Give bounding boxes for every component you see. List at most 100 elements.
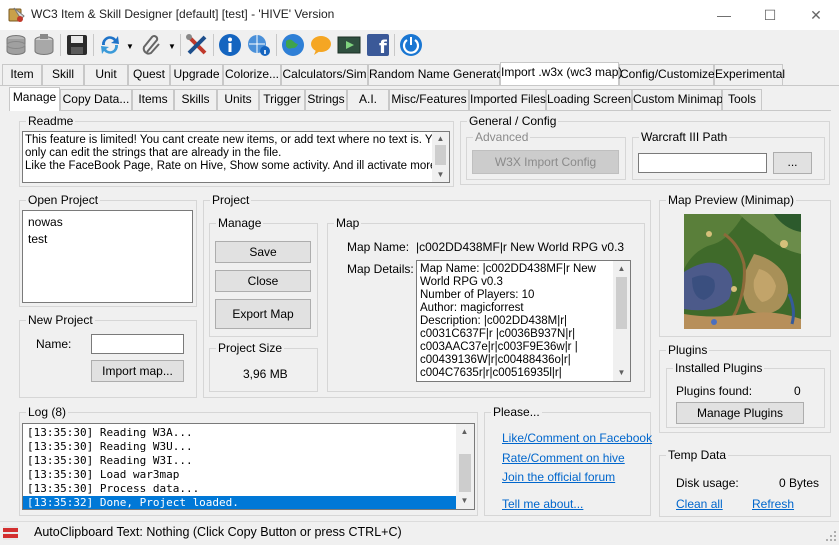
- refresh-icon[interactable]: [97, 32, 123, 58]
- import-map-button[interactable]: Import map...: [91, 360, 184, 382]
- paperclip-icon[interactable]: [139, 32, 165, 58]
- tab-import-w3x[interactable]: Import .w3x (wc3 map): [500, 62, 622, 85]
- readme-line: only can edit the strings that are alrea…: [25, 147, 282, 159]
- tab-skills[interactable]: Skills: [174, 89, 217, 110]
- scroll-up-icon[interactable]: ▲: [432, 134, 449, 143]
- info-icon[interactable]: [217, 32, 243, 58]
- tab-strings[interactable]: Strings: [305, 89, 347, 110]
- scroll-thumb[interactable]: [459, 454, 471, 492]
- project-name-input[interactable]: [91, 334, 184, 354]
- tab-calculators-sim[interactable]: Calculators/Sim: [281, 64, 368, 85]
- tools-icon[interactable]: [184, 32, 210, 58]
- tab-item[interactable]: Item: [2, 64, 42, 85]
- tab-skill[interactable]: Skill: [42, 64, 84, 85]
- toolbar-separator: [180, 34, 181, 56]
- scroll-thumb[interactable]: [616, 277, 627, 329]
- resize-grip-icon[interactable]: [825, 530, 837, 542]
- tab-manage[interactable]: Manage: [9, 87, 60, 111]
- tab-copy-data[interactable]: Copy Data...: [60, 89, 132, 110]
- forum-link[interactable]: Join the official forum: [502, 470, 615, 484]
- tab-random-name-generator[interactable]: Random Name Generator: [368, 64, 507, 85]
- export-map-button[interactable]: Export Map: [215, 299, 311, 329]
- tab-tools[interactable]: Tools: [722, 89, 762, 110]
- readme-label: Readme: [26, 114, 76, 128]
- tab-items[interactable]: Items: [132, 89, 174, 110]
- warcraft-path-input[interactable]: [638, 153, 767, 173]
- tab-upgrade[interactable]: Upgrade: [170, 64, 223, 85]
- tab-imported-files[interactable]: Imported Files: [469, 89, 546, 110]
- tab-experimental[interactable]: Experimental: [714, 64, 785, 85]
- readme-text[interactable]: This feature is limited! You cant create…: [22, 131, 450, 183]
- video-icon[interactable]: [336, 32, 362, 58]
- map-details-line: Author: magicforrest: [420, 302, 524, 314]
- close-button[interactable]: Close: [215, 270, 311, 292]
- database-alt-icon[interactable]: [31, 32, 57, 58]
- map-details-text[interactable]: Map Name: |c002DD438MF|r New World RPG v…: [416, 260, 631, 382]
- browse-button[interactable]: ...: [773, 152, 812, 174]
- tab-ai[interactable]: A.I.: [347, 89, 389, 110]
- maximize-button[interactable]: ☐: [747, 0, 793, 30]
- tab-units[interactable]: Units: [217, 89, 259, 110]
- tab-misc-features[interactable]: Misc/Features: [389, 89, 469, 110]
- disk-usage-label: Disk usage:: [676, 476, 739, 490]
- log-line[interactable]: [13:35:30] Reading W3I...: [23, 454, 456, 468]
- status-bar: AutoClipboard Text: Nothing (Click Copy …: [0, 521, 839, 544]
- map-details-line: c0031C637F|r |c0036B937N|r|: [420, 328, 576, 340]
- save-icon[interactable]: [64, 32, 90, 58]
- new-project-group: New Project: [19, 313, 197, 398]
- chevron-down-icon[interactable]: ▼: [168, 42, 176, 51]
- scroll-up-icon[interactable]: ▲: [456, 427, 473, 436]
- minimize-button[interactable]: —: [701, 0, 747, 30]
- list-item[interactable]: test: [28, 231, 187, 248]
- manage-plugins-button[interactable]: Manage Plugins: [676, 402, 804, 424]
- facebook-link[interactable]: Like/Comment on Facebook: [502, 431, 652, 445]
- log-line[interactable]: [13:35:30] Reading W3A...: [23, 426, 456, 440]
- close-window-button[interactable]: ✕: [793, 0, 839, 30]
- log-line[interactable]: [13:35:30] Reading W3U...: [23, 440, 456, 454]
- scroll-down-icon[interactable]: ▼: [613, 368, 630, 377]
- refresh-link[interactable]: Refresh: [752, 497, 794, 511]
- tab-quest[interactable]: Quest: [128, 64, 170, 85]
- database-icon[interactable]: [3, 32, 29, 58]
- power-icon[interactable]: [398, 32, 424, 58]
- project-list[interactable]: nowas test: [22, 210, 193, 303]
- tab-custom-minimap[interactable]: Custom Minimap: [632, 89, 723, 110]
- scroll-down-icon[interactable]: ▼: [432, 170, 449, 179]
- scroll-thumb[interactable]: [435, 145, 446, 165]
- clean-all-link[interactable]: Clean all: [676, 497, 723, 511]
- readme-line: Like the FaceBook Page, Rate on Hive, Sh…: [25, 160, 437, 172]
- window-title: WC3 Item & Skill Designer [default] [tes…: [31, 7, 335, 21]
- tab-colorize[interactable]: Colorize...: [223, 64, 281, 85]
- save-button[interactable]: Save: [215, 241, 311, 263]
- map-details-scrollbar[interactable]: ▲ ▼: [613, 261, 630, 381]
- tell-me-link[interactable]: Tell me about...: [502, 497, 583, 511]
- tab-unit[interactable]: Unit: [84, 64, 128, 85]
- map-details-line: c003AAC37e|r|c003F9E36w|r |: [420, 341, 578, 353]
- map-name-label: Map Name:: [347, 240, 410, 254]
- w3x-import-config-button[interactable]: W3X Import Config: [472, 150, 619, 174]
- readme-scrollbar[interactable]: ▲ ▼: [432, 132, 449, 182]
- facebook-glyph: f: [379, 37, 387, 58]
- hive-link[interactable]: Rate/Comment on hive: [502, 451, 625, 465]
- tab-loading-screen[interactable]: Loading Screen: [546, 89, 632, 110]
- list-item[interactable]: nowas: [28, 214, 187, 231]
- scroll-up-icon[interactable]: ▲: [613, 264, 630, 273]
- chevron-down-icon[interactable]: ▼: [126, 42, 134, 51]
- log-scrollbar[interactable]: ▲ ▼: [456, 424, 474, 509]
- facebook-icon[interactable]: f: [365, 32, 391, 58]
- minimap-image[interactable]: [684, 214, 801, 331]
- new-project-label: New Project: [26, 313, 95, 327]
- web-info-icon[interactable]: [246, 32, 272, 58]
- tab-config-customize[interactable]: Config/Customize: [619, 64, 715, 85]
- log-line[interactable]: [13:35:30] Process data...: [23, 482, 456, 496]
- log-line[interactable]: [13:35:30] Load war3map: [23, 468, 456, 482]
- chat-icon[interactable]: [308, 32, 334, 58]
- plugins-found-value: 0: [794, 384, 801, 398]
- log-line-selected[interactable]: [13:35:32] Done, Project loaded.: [23, 496, 456, 509]
- scroll-down-icon[interactable]: ▼: [456, 496, 473, 505]
- globe-icon[interactable]: [280, 32, 306, 58]
- toolbar-separator: [276, 34, 277, 56]
- map-label: Map: [334, 216, 362, 230]
- tab-trigger[interactable]: Trigger: [259, 89, 305, 110]
- log-list[interactable]: [13:35:30] Reading W3A... [13:35:30] Rea…: [22, 423, 475, 510]
